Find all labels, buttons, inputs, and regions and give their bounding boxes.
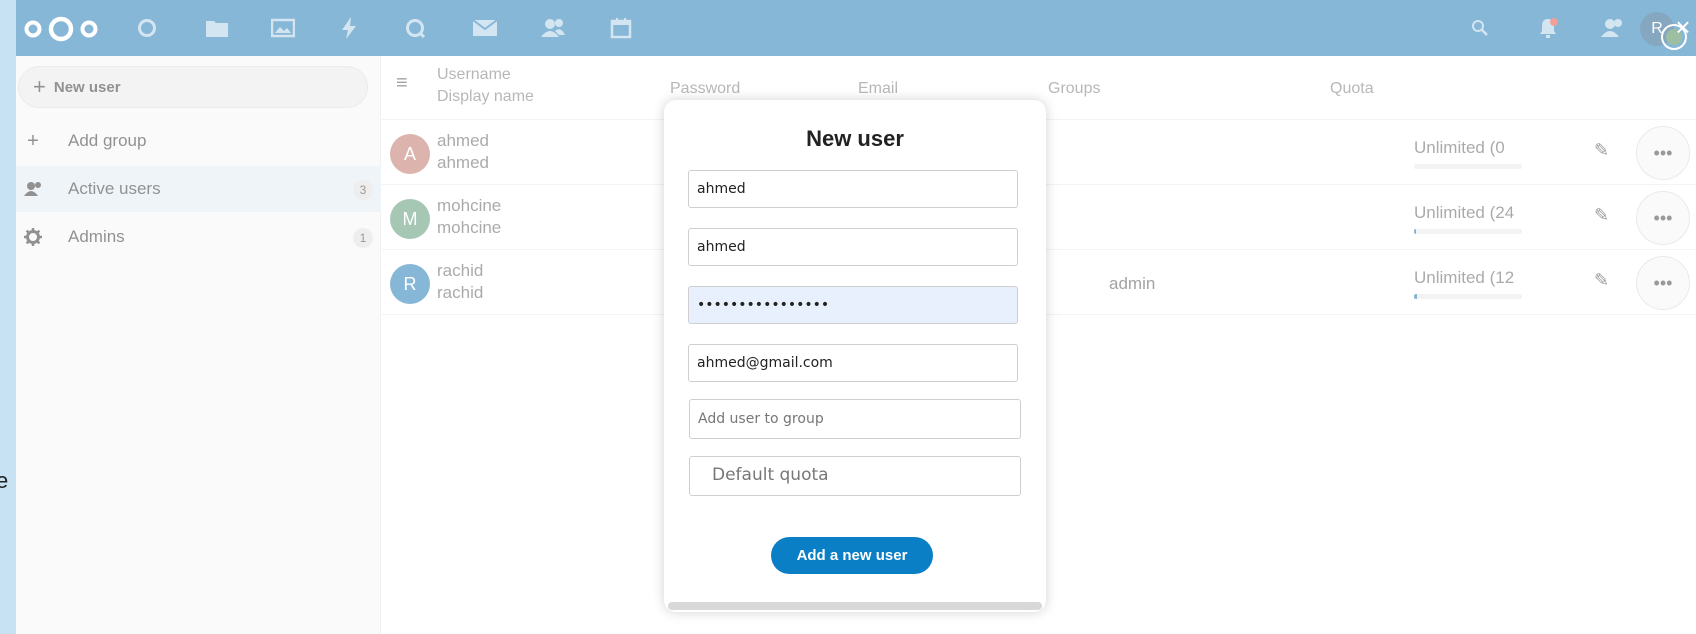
- display-name-field[interactable]: [688, 228, 1018, 266]
- password-field[interactable]: [688, 286, 1018, 324]
- email-field[interactable]: [688, 344, 1018, 382]
- left-window-edge: e: [0, 0, 16, 634]
- new-user-dialog: New user Add a new user: [664, 100, 1046, 612]
- dialog-scrollbar[interactable]: [668, 602, 1042, 610]
- username-field[interactable]: [688, 170, 1018, 208]
- edge-glyph: e: [0, 468, 9, 493]
- dialog-title: New user: [806, 126, 904, 151]
- group-select[interactable]: [689, 399, 1021, 439]
- quota-select[interactable]: [689, 456, 1021, 496]
- add-new-user-button[interactable]: Add a new user: [771, 537, 933, 574]
